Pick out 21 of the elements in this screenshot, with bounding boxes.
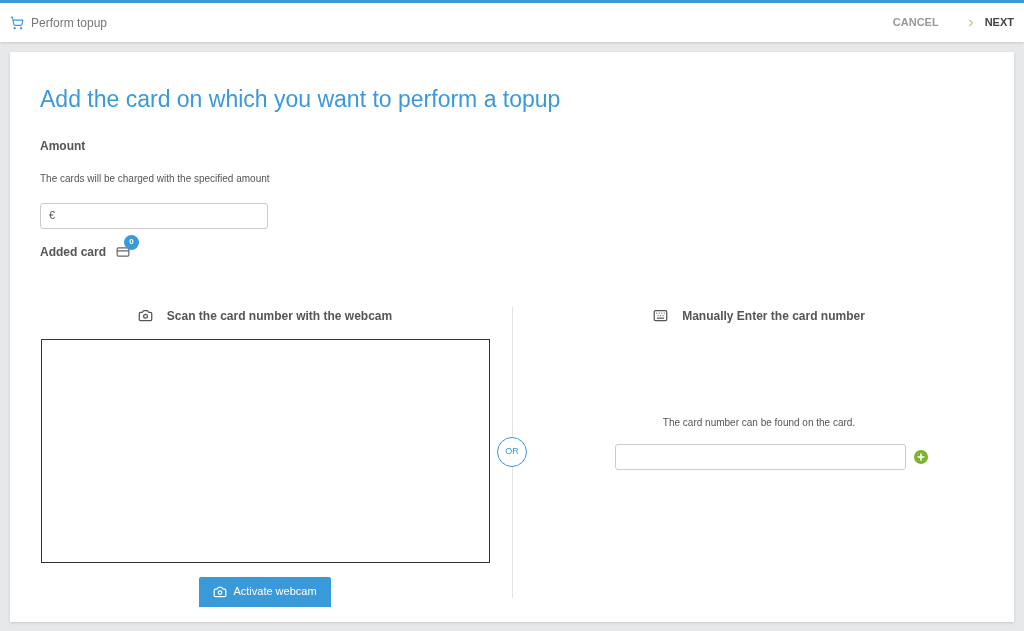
- manual-heading: Manually Enter the card number: [682, 307, 865, 325]
- camera-icon: [213, 584, 228, 599]
- card-number-field[interactable]: [614, 443, 906, 470]
- count-badge: 0: [124, 234, 139, 250]
- page-title: Add the card on which you want to perform a topup: [40, 85, 562, 114]
- add-button[interactable]: [913, 449, 928, 464]
- or-separator: OR: [497, 436, 527, 467]
- amount-label: Amount: [40, 137, 87, 155]
- added-card-label: Added card: [40, 243, 106, 261]
- card-icon: [116, 244, 130, 259]
- currency-symbol: €: [49, 208, 56, 224]
- camera-icon: [137, 308, 153, 323]
- header-title: Perform topup: [31, 14, 108, 32]
- next-button[interactable]: NEXT: [984, 14, 1014, 31]
- webcam-heading: Scan the card number with the webcam: [166, 307, 393, 325]
- keyboard-icon: [653, 308, 669, 323]
- manual-help: The card number can be found on the card.: [662, 415, 856, 430]
- plus-icon: [915, 451, 926, 462]
- cart-icon: [10, 15, 24, 30]
- amount-help: The cards will be charged with the specified amount: [40, 171, 271, 186]
- amount-field[interactable]: €: [40, 202, 268, 229]
